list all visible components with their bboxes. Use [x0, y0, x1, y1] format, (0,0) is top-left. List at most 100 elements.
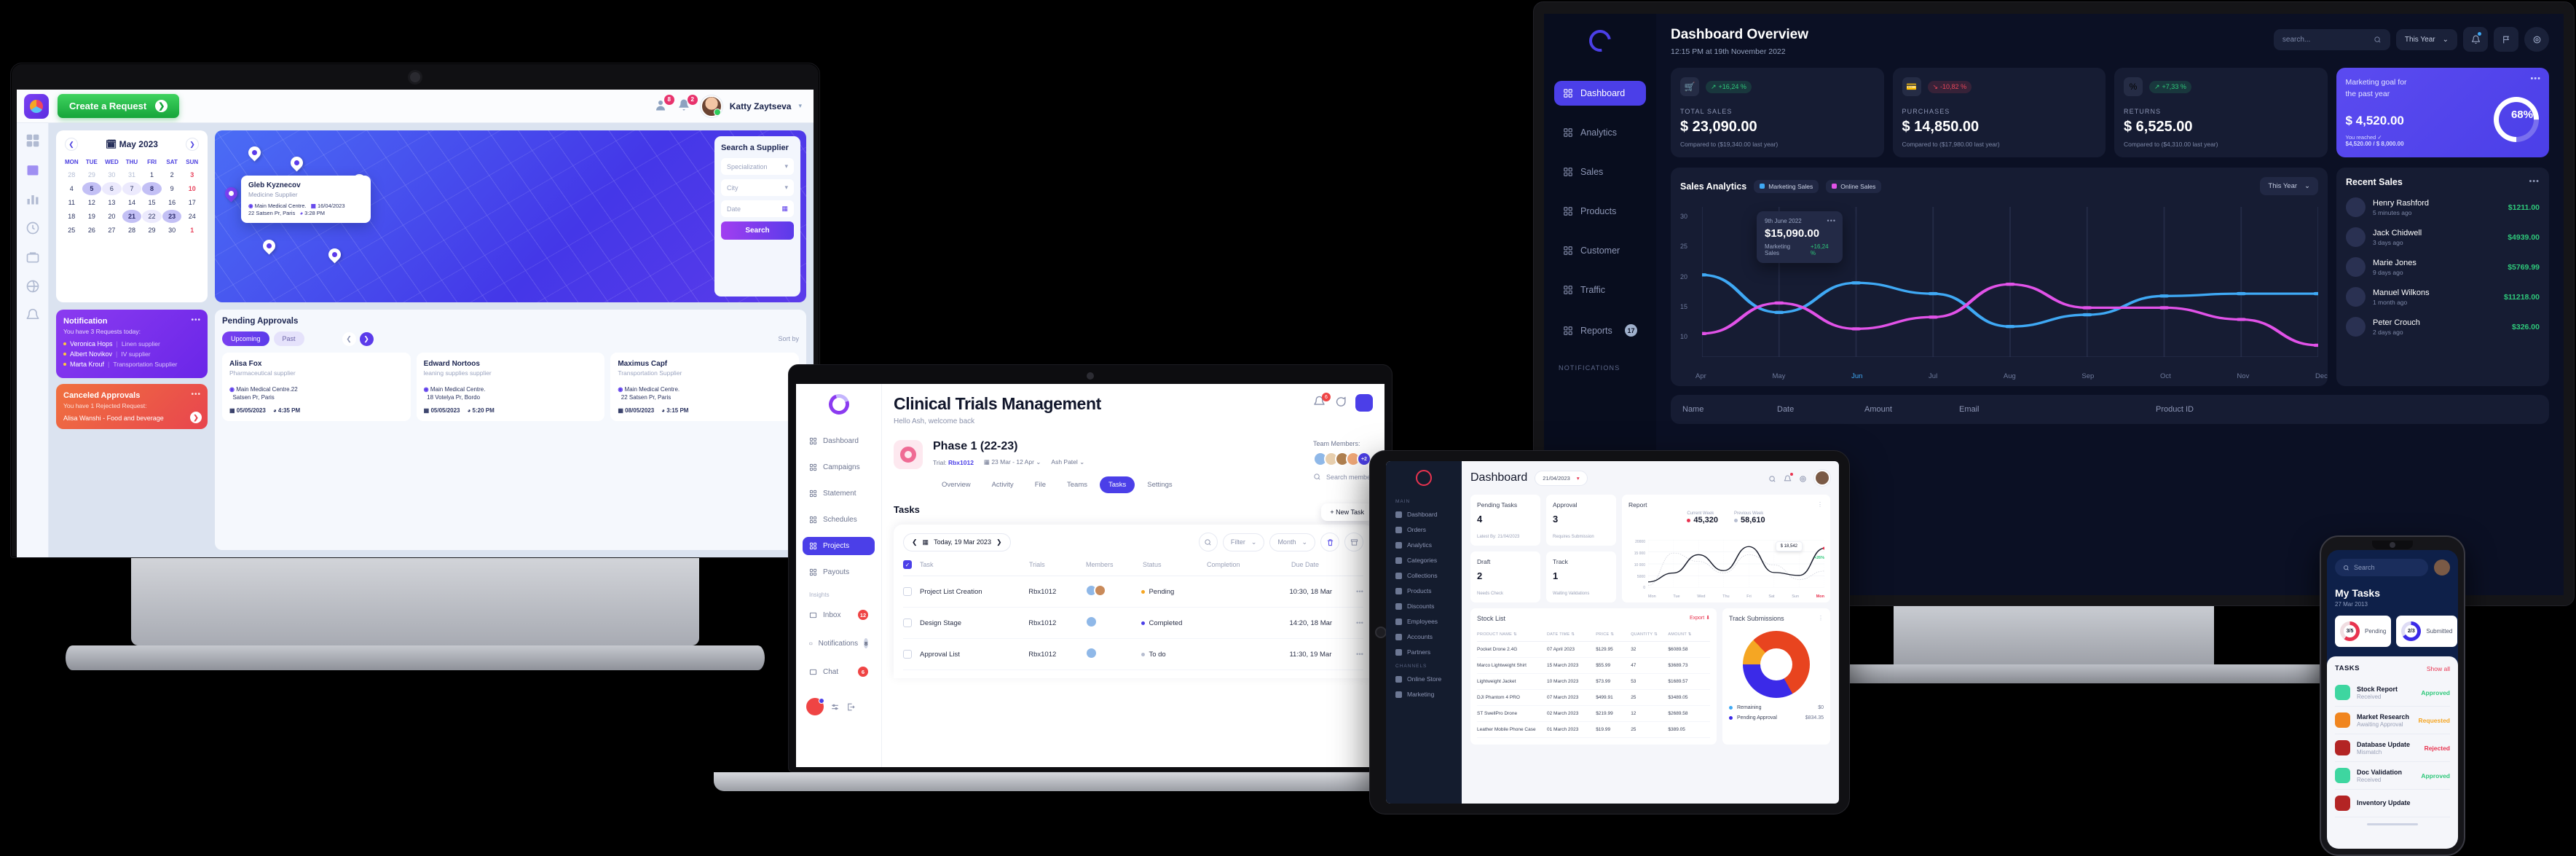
more-icon[interactable]: •••	[2529, 177, 2540, 186]
chevron-right-icon[interactable]: ❯	[996, 538, 1002, 546]
row-checkbox[interactable]	[903, 587, 912, 596]
approvals-next-button[interactable]: ❯	[359, 331, 374, 346]
column-price[interactable]: PRICE ⇅	[1596, 632, 1631, 637]
sidebar-item-inbox[interactable]: Inbox 12	[803, 605, 875, 625]
calendar-day[interactable]: 4	[62, 182, 82, 195]
approval-card[interactable]: Maximus Capf Transportation Supplier ◉ M…	[610, 353, 800, 422]
date-input[interactable]: Date ▦	[721, 200, 794, 217]
home-button[interactable]	[1375, 627, 1387, 638]
sort-by-label[interactable]: Sort by	[778, 335, 799, 342]
sidebar-item-products[interactable]: Products	[1395, 587, 1462, 594]
more-icon[interactable]: •••	[191, 316, 201, 324]
row-more-icon[interactable]: •••	[1356, 588, 1363, 596]
chevron-right-icon[interactable]: ❯	[190, 412, 202, 423]
avatar[interactable]	[1814, 470, 1830, 486]
calendar-day[interactable]: 30	[102, 168, 122, 181]
search-input[interactable]: Search	[2335, 559, 2428, 576]
table-row[interactable]: Lightweight Jacket 10 March 2023 $73.99 53 $…	[1477, 674, 1710, 690]
row-checkbox[interactable]	[903, 650, 912, 659]
clock-icon[interactable]	[25, 221, 40, 235]
table-row[interactable]: DJI Phantom 4 PRO 07 March 2023 $499.91 25 $…	[1477, 690, 1710, 706]
calendar-day[interactable]: 10	[182, 182, 202, 195]
calendar-day[interactable]: 5	[82, 182, 102, 195]
project-owner[interactable]: Ash Patel ⌄	[1051, 458, 1084, 466]
sidebar-item-online-store[interactable]: Online Store	[1395, 675, 1462, 683]
column-product-name[interactable]: PRODUCT NAME ⇅	[1477, 632, 1547, 637]
notification-item[interactable]: Albert Novikov | IV supplier	[63, 350, 200, 358]
search-member-input[interactable]: Search member	[1313, 473, 1373, 481]
grid-icon[interactable]	[25, 133, 40, 148]
map-pin[interactable]	[245, 144, 264, 163]
map-pin[interactable]	[326, 246, 344, 265]
calendar-day[interactable]: 6	[102, 182, 122, 195]
calendar-day[interactable]: 8	[142, 182, 162, 195]
contacts-button[interactable]: 8	[654, 94, 674, 114]
calendar-day[interactable]: 25	[62, 224, 82, 237]
user-row[interactable]	[806, 698, 871, 715]
avatar[interactable]	[700, 95, 722, 117]
chevron-left-icon[interactable]: ❮	[912, 538, 918, 546]
period-select[interactable]: This Year ⌄	[2395, 28, 2457, 50]
list-item[interactable]: Market Research Awaiting Approval Reques…	[2335, 707, 2450, 734]
team-avatars[interactable]: +2	[1312, 452, 1373, 466]
search-button[interactable]	[1768, 474, 1777, 482]
column-date-time[interactable]: DATE TIME ⇅	[1547, 632, 1596, 637]
chart-period-select[interactable]: This Year ⌄	[2260, 177, 2318, 195]
calendar-day[interactable]: 31	[122, 168, 142, 181]
sidebar-item-dashboard[interactable]: Dashboard	[1554, 81, 1646, 106]
tab-file[interactable]: File	[1026, 476, 1055, 493]
supplier-map[interactable]: Gleb Kyznecov Medicine Supplier ◉ Main M…	[215, 130, 806, 302]
sidebar-item-statement[interactable]: Statement	[803, 484, 875, 503]
calendar-day[interactable]: 21	[122, 210, 142, 223]
calendar-day[interactable]: 18	[62, 210, 82, 223]
city-select[interactable]: City ▾	[721, 179, 794, 196]
tab-tasks[interactable]: Tasks	[1099, 476, 1135, 493]
recent-sale-row[interactable]: Manuel Wilkons 1 month ago $11218.00	[2346, 287, 2540, 307]
filter-select[interactable]: Filter ⌄	[1222, 533, 1265, 551]
calendar-icon[interactable]	[25, 162, 40, 177]
calendar-day[interactable]: 14	[122, 196, 142, 209]
logout-icon[interactable]	[846, 702, 856, 712]
search-button[interactable]	[1198, 533, 1218, 551]
calendar-day[interactable]: 1	[182, 224, 202, 237]
tab-activity[interactable]: Activity	[983, 476, 1023, 493]
approval-card[interactable]: Alisa Fox Pharmaceutical supplier ◉ Main…	[222, 353, 411, 422]
sidebar-item-dashboard[interactable]: Dashboard	[803, 432, 875, 450]
calendar-day[interactable]: 9	[162, 182, 182, 195]
calendar-day[interactable]: 27	[102, 224, 122, 237]
settings-button[interactable]	[1799, 474, 1808, 482]
table-row[interactable]: Pocket Drone 2.4G 07 April 2023 $129.95 32 $…	[1477, 642, 1710, 658]
table-row[interactable]: Design Stage Rbx1012 Completed 14:20, 18…	[903, 608, 1363, 639]
sidebar-item-campaigns[interactable]: Campaigns	[803, 458, 875, 476]
chevron-down-icon[interactable]: ▾	[798, 102, 802, 110]
bell-icon[interactable]	[25, 308, 40, 323]
calendar-prev-button[interactable]: ❮	[65, 138, 78, 151]
table-row[interactable]: Project List Creation Rbx1012 Pending 10…	[903, 576, 1363, 608]
table-row[interactable]: Approval List Rbx1012 To do 11:30, 19 Ma…	[903, 639, 1363, 670]
recent-sale-row[interactable]: Jack Chidwell 3 days ago $4939.00	[2346, 227, 2540, 247]
sidebar-item-collections[interactable]: Collections	[1395, 572, 1462, 579]
calendar-day[interactable]: 30	[162, 224, 182, 237]
project-dates[interactable]: ▦ 23 Mar - 12 Apr ⌄	[984, 458, 1041, 466]
date-picker[interactable]: 21/04/2023 ▾	[1535, 470, 1588, 486]
range-select[interactable]: Month ⌄	[1269, 533, 1315, 551]
settings-button[interactable]	[2524, 27, 2549, 52]
settings-sliders-icon[interactable]	[830, 702, 840, 712]
more-icon[interactable]: •••	[1827, 217, 1836, 224]
sidebar-item-products[interactable]: Products	[1554, 199, 1646, 224]
column-amount[interactable]: AMOUNT ⇅	[1668, 632, 1710, 637]
tab-overview[interactable]: Overview	[933, 476, 980, 493]
calendar-day[interactable]: 3	[182, 168, 202, 181]
recent-sale-row[interactable]: Marie Jones 9 days ago $5769.99	[2346, 257, 2540, 277]
calendar-day[interactable]: 20	[102, 210, 122, 223]
alerts-button[interactable]: 2	[677, 94, 698, 114]
select-all-checkbox[interactable]: ✓	[903, 560, 912, 569]
globe-icon[interactable]	[25, 279, 40, 294]
sidebar-item-dashboard[interactable]: Dashboard	[1395, 511, 1462, 518]
approvals-prev-button[interactable]: ❮	[342, 331, 356, 346]
calendar-day[interactable]: 28	[62, 168, 82, 181]
tab-upcoming[interactable]: Upcoming	[222, 331, 269, 346]
sidebar-item-payouts[interactable]: Payouts	[803, 563, 875, 581]
sidebar-item-analytics[interactable]: Analytics	[1554, 120, 1646, 145]
sidebar-item-customer[interactable]: Customer	[1554, 238, 1646, 263]
